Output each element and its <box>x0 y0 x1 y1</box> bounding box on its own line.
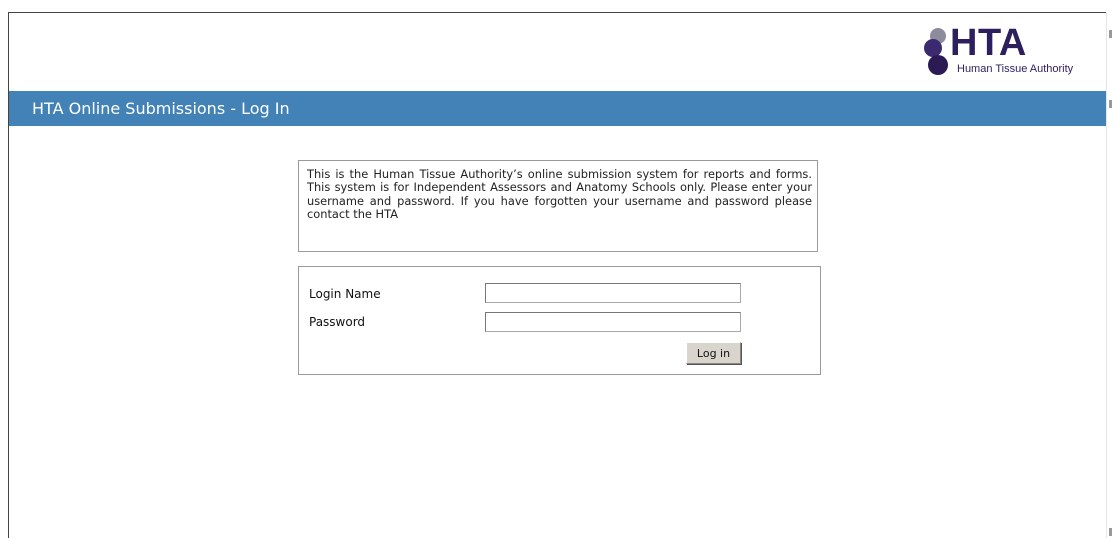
intro-text: This is the Human Tissue Authority’s onl… <box>307 167 812 222</box>
logo-dot-icon <box>928 55 948 75</box>
vertical-scrollbar[interactable] <box>1106 12 1114 538</box>
logo-wordmark: HTA <box>950 22 1027 64</box>
password-label: Password <box>309 315 366 329</box>
password-input[interactable] <box>485 312 741 332</box>
login-name-label: Login Name <box>309 287 381 301</box>
intro-panel: This is the Human Tissue Authority’s onl… <box>298 160 818 252</box>
log-in-button[interactable]: Log in <box>686 342 741 364</box>
window-top-border <box>8 12 1114 13</box>
scroll-down-arrow-icon[interactable] <box>1109 528 1112 536</box>
page-title-bar: HTA Online Submissions - Log In <box>9 91 1106 126</box>
hta-logo: HTA Human Tissue Authority <box>920 22 1100 80</box>
page-title: HTA Online Submissions - Log In <box>32 99 290 118</box>
login-panel: Login Name Password Log in <box>298 266 821 375</box>
login-name-input[interactable] <box>485 283 741 303</box>
scroll-thumb[interactable] <box>1109 100 1112 108</box>
scroll-up-arrow-icon[interactable] <box>1109 30 1112 38</box>
logo-subtitle: Human Tissue Authority <box>957 63 1074 75</box>
